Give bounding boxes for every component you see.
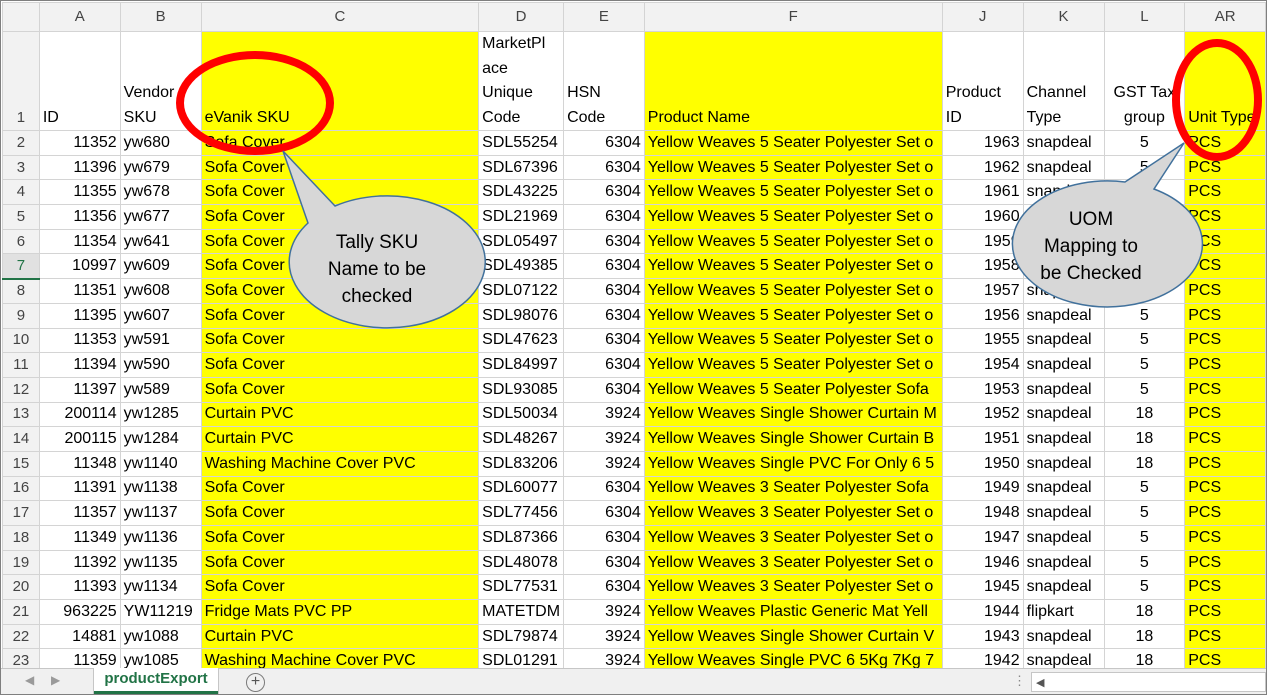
triangle-left-icon[interactable]: ◀ (25, 673, 34, 687)
callout-bubbles (282, 142, 1204, 329)
sheet-tab-bar: ◀ ▶ productExport + ⋮ ◀ (1, 668, 1266, 694)
triangle-right-icon[interactable]: ▶ (51, 673, 60, 687)
spreadsheet-window: A B C D E F J K L AR 1 ID Vendor SKU eVanik SKU Market… (0, 0, 1267, 695)
sku-callout-text: Tally SKU Name to be checked (327, 232, 427, 307)
sheet-tab-productexport[interactable]: productExport (94, 668, 218, 694)
plus-circle-icon[interactable]: + (246, 673, 265, 692)
horizontal-scrollbar[interactable]: ◀ (1031, 672, 1266, 692)
scroll-left-icon[interactable]: ◀ (1036, 676, 1044, 689)
uom-callout-text: UOM Mapping to be Checked (1040, 209, 1142, 284)
more-dots-icon: ⋮ (1013, 673, 1026, 688)
